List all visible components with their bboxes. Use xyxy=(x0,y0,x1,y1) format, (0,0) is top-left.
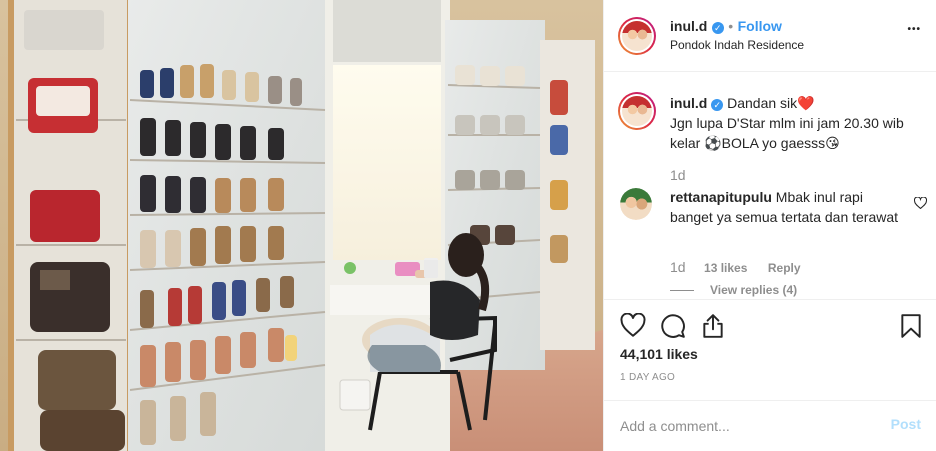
comment-time[interactable]: 1d xyxy=(670,259,686,275)
verified-icon: ✓ xyxy=(711,22,724,34)
reply-button[interactable]: Reply xyxy=(768,261,801,275)
comment-like-icon[interactable] xyxy=(914,197,927,209)
more-icon[interactable]: ••• xyxy=(907,24,921,35)
comment-meta: 1d 13 likes Reply xyxy=(670,259,920,277)
comment-icon[interactable] xyxy=(660,313,686,339)
author-avatar[interactable] xyxy=(618,17,656,55)
heart-icon[interactable] xyxy=(620,313,646,339)
commenter-avatar[interactable] xyxy=(620,188,652,220)
post-button[interactable]: Post xyxy=(891,416,921,432)
likes-count[interactable]: 44,101 likes xyxy=(620,346,698,362)
caption-username[interactable]: inul.d xyxy=(670,95,707,111)
commenter-username[interactable]: rettanapitupulu xyxy=(670,189,772,205)
author-username[interactable]: inul.d xyxy=(670,18,707,34)
caption-avatar[interactable] xyxy=(618,92,656,130)
photo-illustration xyxy=(0,0,603,451)
add-comment-bar: Post xyxy=(604,400,936,451)
share-icon[interactable] xyxy=(700,313,726,339)
location-link[interactable]: Pondok Indah Residence xyxy=(670,38,804,52)
post-sidebar: inul.d ✓ • Follow Pondok Indah Residence… xyxy=(603,0,936,451)
caption-time[interactable]: 1d xyxy=(670,165,925,185)
post-header: inul.d ✓ • Follow Pondok Indah Residence… xyxy=(604,0,936,72)
post-photo[interactable] xyxy=(0,0,603,451)
caption-line-2: Jgn lupa D'Star mlm ini jam 20.30 wib xyxy=(670,115,904,131)
caption: inul.d ✓ Dandan sik❤️ Jgn lupa D'Star ml… xyxy=(670,93,925,185)
comment-input[interactable] xyxy=(620,415,870,437)
view-replies[interactable]: View replies (4) xyxy=(670,281,797,299)
comment-likes[interactable]: 13 likes xyxy=(704,261,747,275)
replies-divider xyxy=(670,289,694,291)
post-age[interactable]: 1 DAY AGO xyxy=(620,372,675,383)
caption-line-3: kelar ⚽BOLA yo gaesss😘 xyxy=(670,135,840,151)
caption-line-1: Dandan sik❤️ xyxy=(727,95,815,111)
comment: rettanapitupulu Mbak inul rapi banget ya… xyxy=(670,187,905,227)
follow-button[interactable]: Follow xyxy=(738,18,782,34)
dot-separator: • xyxy=(728,18,734,34)
view-replies-label[interactable]: View replies (4) xyxy=(710,283,797,297)
bookmark-icon[interactable] xyxy=(898,313,924,339)
verified-icon: ✓ xyxy=(711,99,724,111)
